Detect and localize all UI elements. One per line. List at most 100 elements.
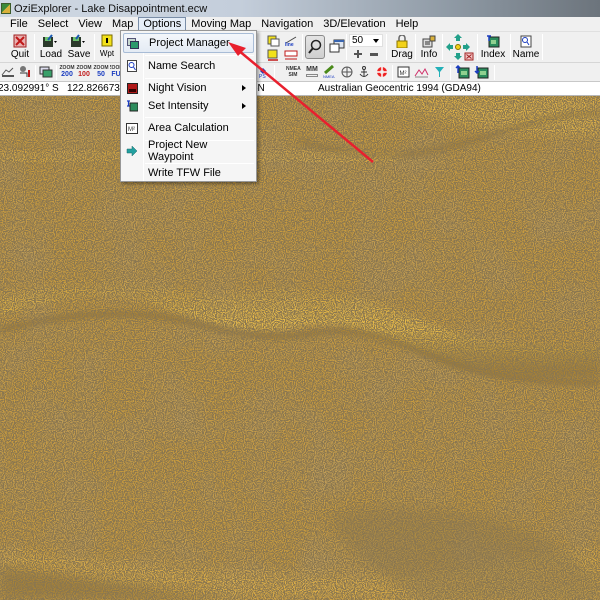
svg-text:M²: M² [128, 127, 135, 133]
lifebuoy-button[interactable] [376, 66, 388, 78]
menu-view[interactable]: View [73, 17, 107, 31]
menu-item-write-tfw-file[interactable]: Write TFW File [123, 164, 254, 182]
pan-control[interactable] [445, 33, 475, 62]
satellite-map-image [0, 96, 600, 600]
menu-item-set-intensity[interactable]: Set Intensity [123, 97, 254, 115]
zoom-in-button[interactable] [354, 50, 362, 59]
drag-label: Drag [391, 49, 413, 60]
menu-item-project-new-waypoint[interactable]: Project New Waypoint [123, 139, 254, 163]
area-icon: M² [397, 66, 410, 78]
menu-moving-map[interactable]: Moving Map [186, 17, 256, 31]
load-label: Load [39, 49, 63, 60]
nmea-button[interactable]: NMEA [322, 65, 336, 79]
menu-navigation[interactable]: Navigation [256, 17, 318, 31]
center-button[interactable] [341, 66, 353, 78]
elevation-profile-button[interactable] [414, 66, 429, 78]
map-down-button[interactable] [474, 65, 489, 79]
map-view[interactable] [0, 96, 600, 600]
options-menu: Project Manager Name Search Night Vision… [120, 30, 257, 182]
map-down-icon [474, 66, 489, 79]
window-icon [329, 39, 345, 53]
filter-button[interactable] [434, 65, 445, 79]
line-button[interactable]: line [283, 35, 299, 61]
toolbar-separator [35, 65, 36, 80]
quit-button[interactable]: Quit [9, 34, 31, 60]
route-tool-button[interactable] [17, 65, 31, 78]
svg-text:line: line [285, 42, 294, 48]
zoom-100-value: 100 [78, 71, 90, 78]
waypoint-label: Wpt [99, 49, 115, 58]
toolbar-separator [477, 34, 478, 60]
zoom-50-button[interactable]: ZOOM 50 [93, 65, 109, 79]
area-button[interactable]: M² [397, 66, 410, 78]
menu-item-name-search[interactable]: Name Search [123, 56, 254, 76]
anchor-icon [359, 66, 369, 77]
menu-item-label: Set Intensity [148, 100, 209, 112]
load-icon [43, 34, 57, 47]
save-button[interactable]: Save [66, 34, 92, 60]
toolbar-separator [274, 65, 275, 80]
info-label: Info [420, 49, 438, 60]
nmea-sim-button[interactable]: NMEA SIM [285, 66, 301, 78]
datum-readout: Australian Geocentric 1994 (GDA94) [318, 83, 481, 94]
line-icon: line [284, 36, 298, 60]
track-button[interactable] [1, 66, 15, 78]
window-title: OziExplorer - Lake Disappointment.ecw [14, 2, 208, 15]
toolbar-separator [386, 34, 387, 60]
drag-button[interactable]: Drag [391, 35, 413, 60]
menu-map[interactable]: Map [107, 17, 138, 31]
pan-arrows-icon [446, 34, 474, 61]
route-button[interactable] [266, 35, 280, 61]
map-up-button[interactable] [455, 65, 470, 79]
map-window-button[interactable] [39, 66, 53, 78]
index-button[interactable]: Index [480, 35, 506, 60]
quit-icon [13, 34, 27, 48]
gps-button[interactable]: PS [256, 65, 270, 79]
menu-file[interactable]: File [0, 17, 33, 31]
menu-item-night-vision[interactable]: Night Vision [123, 79, 254, 97]
window-button[interactable] [329, 39, 345, 53]
gps-icon: PS [259, 68, 266, 79]
latitude-readout: 23.092991° S [0, 83, 59, 94]
toolbar-separator [392, 65, 393, 80]
nmea-sim-label: NMEA SIM [286, 66, 301, 78]
menu-3d-elevation[interactable]: 3D/Elevation [318, 17, 390, 31]
waypoint-button[interactable]: Wpt [97, 34, 117, 59]
main-toolbar: Quit Load Save Wpt line 50 Drag Info Ind… [0, 32, 600, 63]
toolbar-separator [94, 34, 95, 60]
load-button[interactable]: Load [38, 34, 64, 60]
svg-text:PS: PS [259, 74, 266, 79]
index-label: Index [480, 49, 506, 60]
zoom-out-button[interactable] [370, 53, 378, 56]
menu-item-label: Area Calculation [148, 122, 229, 134]
zoom-200-button[interactable]: ZOOM 200 [59, 65, 75, 79]
track-icon [1, 67, 14, 77]
menu-bar: File Select View Map Options Moving Map … [0, 17, 600, 32]
moving-map-button[interactable]: MM [305, 66, 319, 77]
quit-label: Quit [10, 49, 30, 60]
project-waypoint-icon [126, 145, 138, 157]
anchor-button[interactable] [359, 66, 369, 78]
area-calculation-icon: M² [126, 122, 138, 134]
menu-item-area-calculation[interactable]: M² Area Calculation [123, 118, 254, 138]
menu-item-project-manager[interactable]: Project Manager [123, 33, 254, 53]
zoom-level-select[interactable]: 50 [349, 34, 383, 47]
zoom-tool-button[interactable] [305, 35, 325, 59]
night-vision-icon [126, 82, 138, 94]
mm-bar [306, 74, 318, 77]
name-search-icon [520, 35, 532, 48]
menu-select[interactable]: Select [33, 17, 74, 31]
name-button[interactable]: Name [513, 35, 539, 60]
zoom-50-value: 50 [97, 71, 105, 78]
menu-item-label: Write TFW File [148, 167, 221, 179]
info-button[interactable]: Info [419, 35, 439, 60]
map-window-icon [39, 66, 53, 78]
svg-text:M²: M² [400, 71, 407, 77]
name-label: Name [512, 49, 540, 60]
toolbar-separator [442, 34, 443, 60]
menu-help[interactable]: Help [391, 17, 424, 31]
index-icon [487, 35, 500, 48]
partial-button[interactable] [0, 35, 4, 51]
menu-options[interactable]: Options [138, 17, 187, 31]
zoom-100-button[interactable]: ZOOM 100 [76, 65, 92, 79]
